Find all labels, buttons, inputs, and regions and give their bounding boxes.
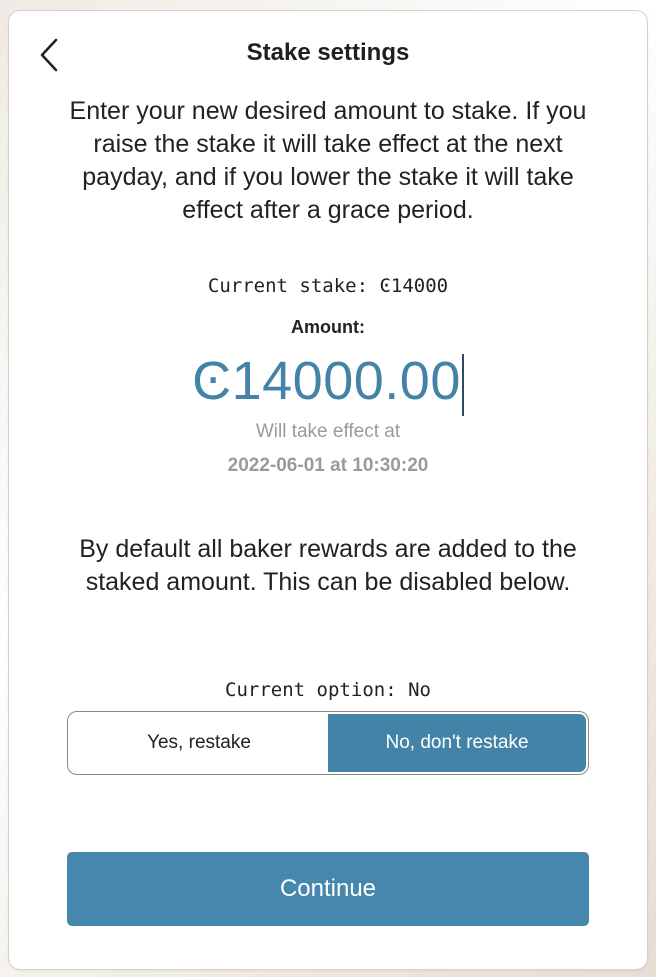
- restake-info-text: By default all baker rewards are added t…: [79, 535, 577, 596]
- effect-label: Will take effect at: [255, 421, 401, 442]
- page-title: Stake settings: [246, 39, 410, 66]
- amount-value: Ͼ14000.00: [192, 351, 461, 411]
- effect-date: 2022-06-01 at 10:30:20: [227, 455, 429, 476]
- amount-label: Amount:: [291, 317, 365, 337]
- restake-no-option[interactable]: No, don't restake: [328, 714, 586, 772]
- restake-yes-option[interactable]: Yes, restake: [70, 714, 328, 772]
- continue-button[interactable]: Continue: [67, 852, 589, 926]
- text-caret: [461, 353, 464, 416]
- restake-toggle: Yes, restake No, don't restake: [67, 711, 589, 775]
- current-option-text: Current option: No: [225, 679, 431, 701]
- stake-settings-card: Stake settings Enter your new desired am…: [8, 10, 648, 970]
- amount-input[interactable]: Ͼ14000.00: [9, 349, 647, 416]
- intro-text: Enter your new desired amount to stake. …: [69, 97, 587, 224]
- current-stake-text: Current stake: Ͼ14000: [207, 275, 449, 297]
